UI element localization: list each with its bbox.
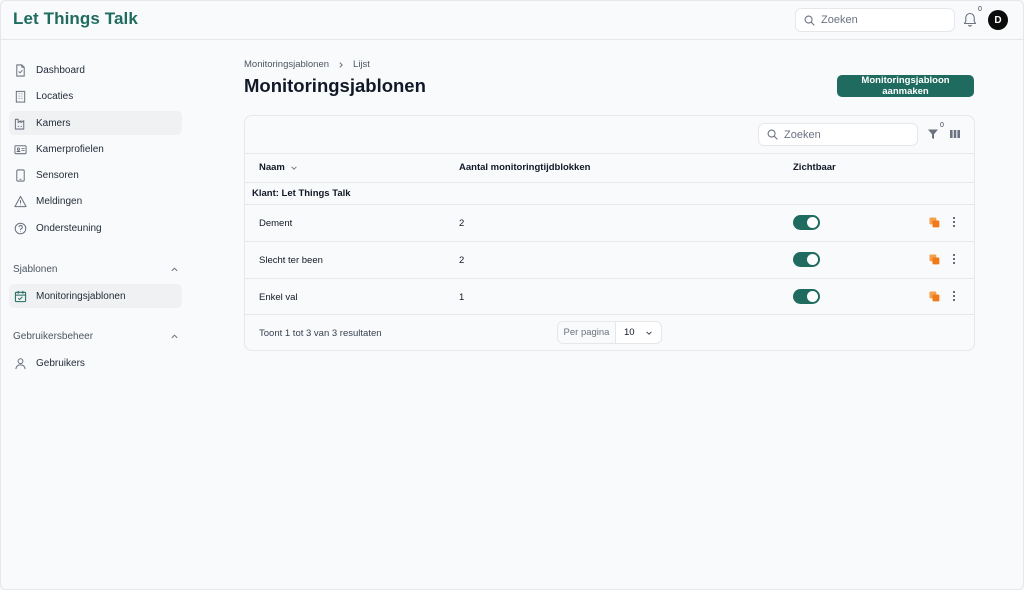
sidebar-item-locaties[interactable]: Locaties (9, 84, 182, 108)
copy-icon[interactable] (929, 254, 940, 265)
row-name: Slecht ter been (259, 255, 323, 266)
divider (245, 153, 974, 154)
row-blocks: 1 (459, 292, 465, 303)
divider (245, 314, 974, 315)
per-page-value: 10 (624, 327, 635, 338)
calendar-icon (14, 290, 27, 302)
columns-icon[interactable] (949, 128, 961, 140)
table-row[interactable]: Slecht ter been 2 (245, 241, 974, 278)
page-title: Monitoringsjablonen (244, 75, 426, 96)
user-avatar[interactable]: D (988, 10, 1008, 30)
global-search-input[interactable] (821, 14, 941, 26)
sidebar-item-meldingen[interactable]: Meldingen (9, 189, 182, 213)
row-name: Enkel val (259, 292, 298, 303)
divider (245, 182, 974, 183)
table-row[interactable]: Enkel val 1 (245, 278, 974, 315)
sidebar-item-label: Sensoren (36, 169, 79, 181)
sidebar-item-label: Kamers (36, 117, 71, 129)
breadcrumb-current: Lijst (353, 59, 370, 70)
sidebar-item-label: Monitoringsjablonen (36, 290, 126, 302)
sidebar-item-kamers[interactable]: Kamers (9, 111, 182, 135)
sidebar-item-label: Locaties (36, 90, 74, 102)
create-template-button[interactable]: Monitoringsjabloon aanmaken (837, 75, 974, 97)
filter-count: 0 (940, 122, 944, 129)
chevron-down-icon (646, 330, 652, 335)
id-card-icon (14, 144, 27, 154)
chevron-up-icon (171, 334, 178, 339)
row-blocks: 2 (459, 255, 465, 266)
templates-table-card: 0 Naam Aantal monitoringtijdblokken Zich… (244, 115, 975, 351)
bell-icon[interactable] (963, 12, 977, 28)
visible-toggle[interactable] (793, 252, 820, 267)
global-search[interactable] (795, 8, 955, 32)
per-page-control: Per pagina 10 (557, 321, 662, 344)
notification-count: 0 (978, 6, 982, 13)
column-header-name[interactable]: Naam (259, 162, 298, 173)
sidebar-item-gebruikers[interactable]: Gebruikers (9, 351, 182, 375)
sidebar-item-sensoren[interactable]: Sensoren (9, 163, 182, 187)
visible-toggle[interactable] (793, 289, 820, 304)
chevron-right-icon (339, 61, 343, 68)
more-vertical-icon[interactable] (950, 290, 958, 302)
chevron-down-icon (291, 165, 297, 170)
top-bar: Let Things Talk 0 D (1, 1, 1023, 40)
copy-icon[interactable] (929, 291, 940, 302)
sidebar-section-gebruikersbeheer[interactable]: Gebruikersbeheer (13, 331, 179, 342)
table-row[interactable]: Dement 2 (245, 204, 974, 241)
column-header-visible: Zichtbaar (793, 162, 836, 173)
table-search-input[interactable] (784, 128, 904, 141)
sidebar-item-label: Ondersteuning (36, 222, 102, 234)
sidebar-item-ondersteuning[interactable]: Ondersteuning (9, 216, 182, 240)
row-name: Dement (259, 218, 293, 229)
filter-icon[interactable] (927, 128, 939, 140)
sidebar-item-kamerprofielen[interactable]: Kamerprofielen (9, 137, 182, 161)
section-label: Gebruikersbeheer (13, 331, 94, 342)
sidebar-item-label: Kamerprofielen (36, 143, 104, 155)
search-icon (767, 129, 778, 140)
row-blocks: 2 (459, 218, 465, 229)
visible-toggle[interactable] (793, 215, 820, 230)
help-icon (14, 222, 27, 234)
more-vertical-icon[interactable] (950, 216, 958, 228)
per-page-label: Per pagina (558, 322, 616, 343)
sidebar-item-monitoringsjablonen[interactable]: Monitoringsjablonen (9, 284, 182, 308)
sidebar: Dashboard Locaties Kamers Kamerprofielen… (1, 41, 191, 589)
app-window: Let Things Talk 0 D Dashboard Locaties K… (0, 0, 1024, 590)
group-header: Klant: Let Things Talk (252, 188, 351, 199)
results-summary: Toont 1 tot 3 van 3 resultaten (259, 328, 382, 339)
search-icon (804, 15, 815, 26)
building-icon (15, 90, 26, 103)
section-label: Sjablonen (13, 264, 58, 275)
sidebar-item-label: Meldingen (36, 195, 83, 207)
breadcrumb: Monitoringsjablonen Lijst (244, 59, 370, 70)
column-header-label: Naam (259, 162, 285, 173)
more-vertical-icon[interactable] (950, 253, 958, 265)
warning-icon (14, 195, 27, 207)
breadcrumb-parent[interactable]: Monitoringsjablonen (244, 59, 329, 70)
app-logo[interactable]: Let Things Talk (13, 9, 138, 29)
room-icon (14, 118, 25, 130)
sidebar-item-dashboard[interactable]: Dashboard (9, 58, 182, 82)
user-icon (15, 357, 26, 369)
sidebar-item-label: Gebruikers (36, 357, 85, 369)
document-icon (16, 63, 25, 77)
chevron-up-icon (171, 267, 178, 272)
tablet-icon (16, 168, 25, 182)
copy-icon[interactable] (929, 217, 940, 228)
table-search[interactable] (758, 123, 918, 146)
per-page-select[interactable]: 10 (616, 322, 661, 343)
sidebar-section-sjablonen[interactable]: Sjablonen (13, 264, 179, 275)
sidebar-item-label: Dashboard (36, 64, 85, 76)
column-header-blocks: Aantal monitoringtijdblokken (459, 162, 591, 173)
